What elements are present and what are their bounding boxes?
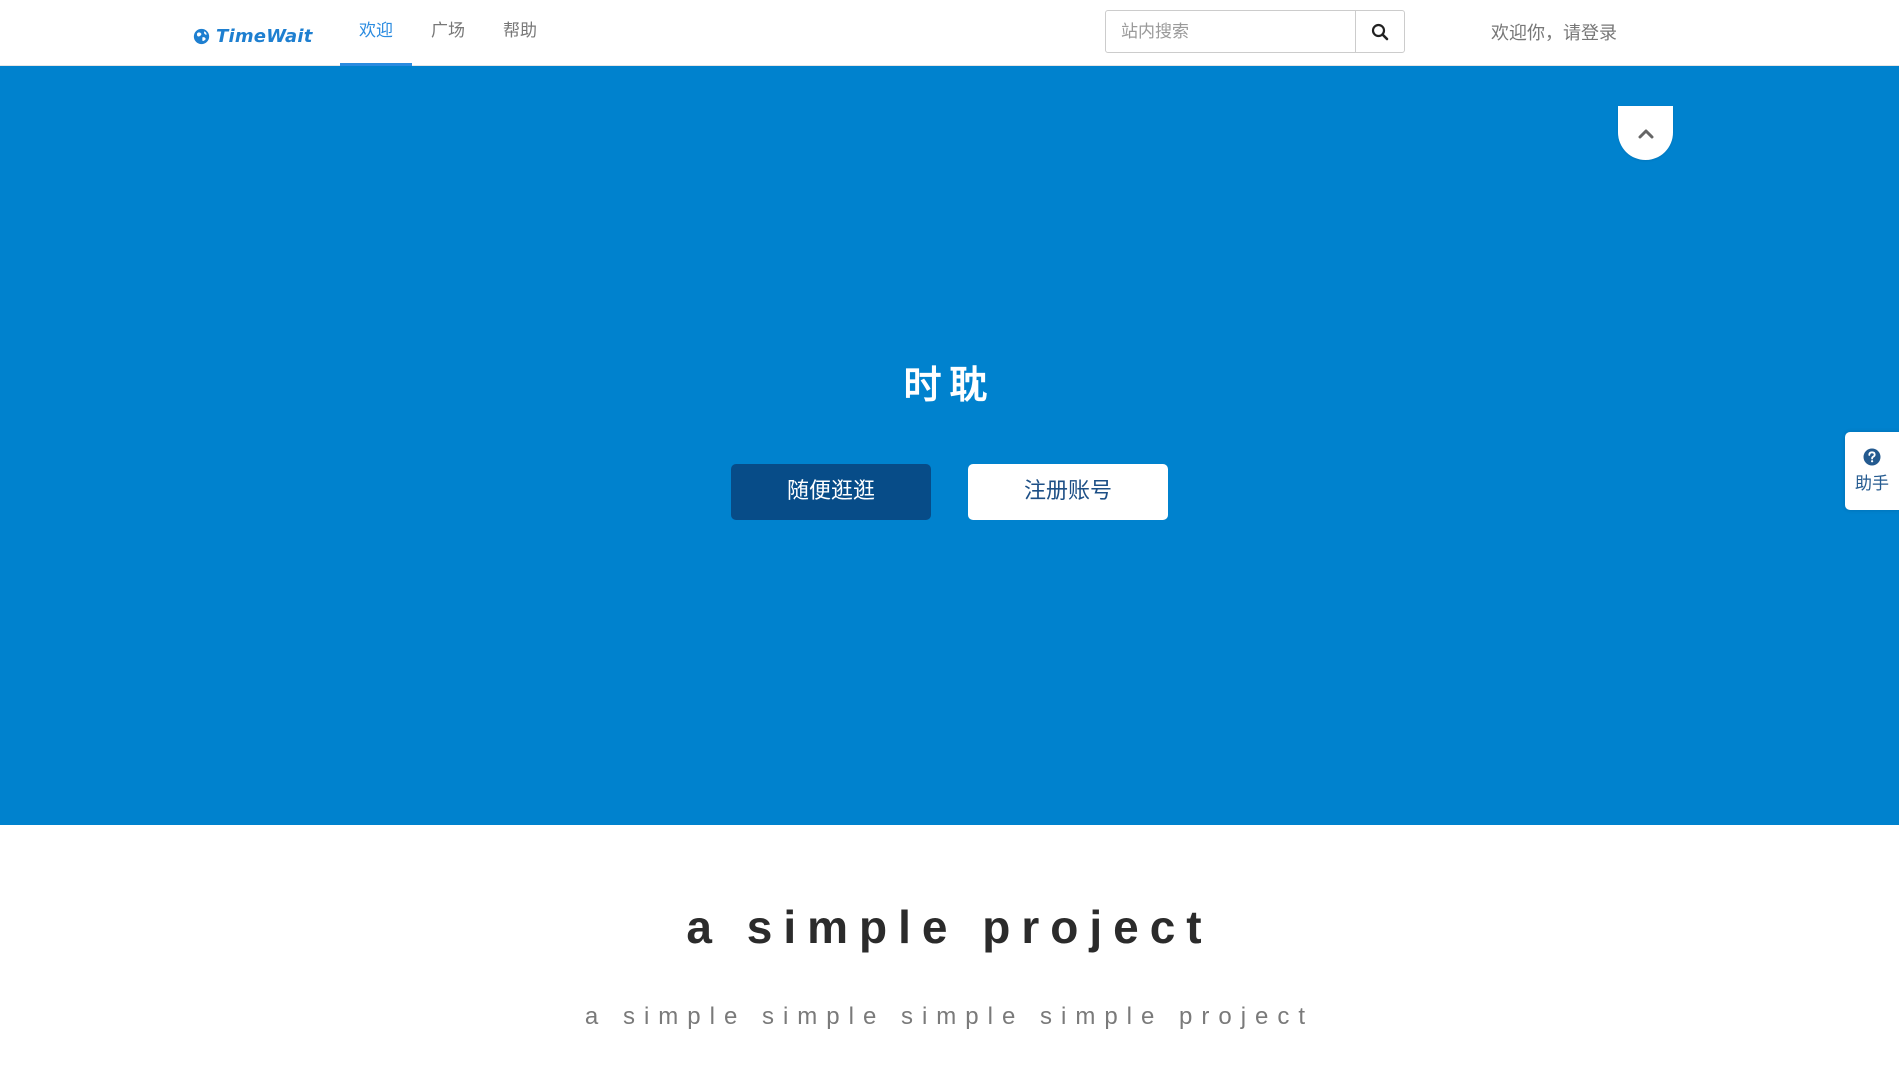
login-link[interactable]: 欢迎你，请登录 xyxy=(1491,19,1617,45)
top-navbar: TimeWait 欢迎 广场 帮助 欢迎你，请登录 xyxy=(0,0,1899,66)
globe-icon xyxy=(193,28,210,44)
assistant-widget[interactable]: 助手 xyxy=(1845,432,1899,510)
search-button[interactable] xyxy=(1355,11,1404,52)
tab-welcome[interactable]: 欢迎 xyxy=(340,0,412,66)
hero-banner: 时耽 随便逛逛 注册账号 xyxy=(0,66,1899,825)
brand-logo[interactable]: TimeWait xyxy=(193,24,313,48)
site-search xyxy=(1105,10,1405,53)
assistant-label: 助手 xyxy=(1855,474,1889,494)
search-input[interactable] xyxy=(1106,11,1355,52)
intro-title: a simple project xyxy=(686,901,1213,953)
intro-subtitle: a simple simple simple simple project xyxy=(584,1003,1315,1030)
scroll-top-button[interactable] xyxy=(1618,106,1673,160)
brand-name: TimeWait xyxy=(216,25,313,47)
hero-title: 时耽 xyxy=(903,363,996,407)
tab-plaza[interactable]: 广场 xyxy=(412,0,484,66)
tab-help[interactable]: 帮助 xyxy=(484,0,556,66)
chevron-up-icon xyxy=(1638,129,1653,139)
main-nav: 欢迎 广场 帮助 xyxy=(340,0,556,66)
search-icon xyxy=(1371,23,1389,40)
register-button[interactable]: 注册账号 xyxy=(968,464,1168,520)
browse-button[interactable]: 随便逛逛 xyxy=(731,464,931,520)
question-circle-icon xyxy=(1863,448,1881,466)
